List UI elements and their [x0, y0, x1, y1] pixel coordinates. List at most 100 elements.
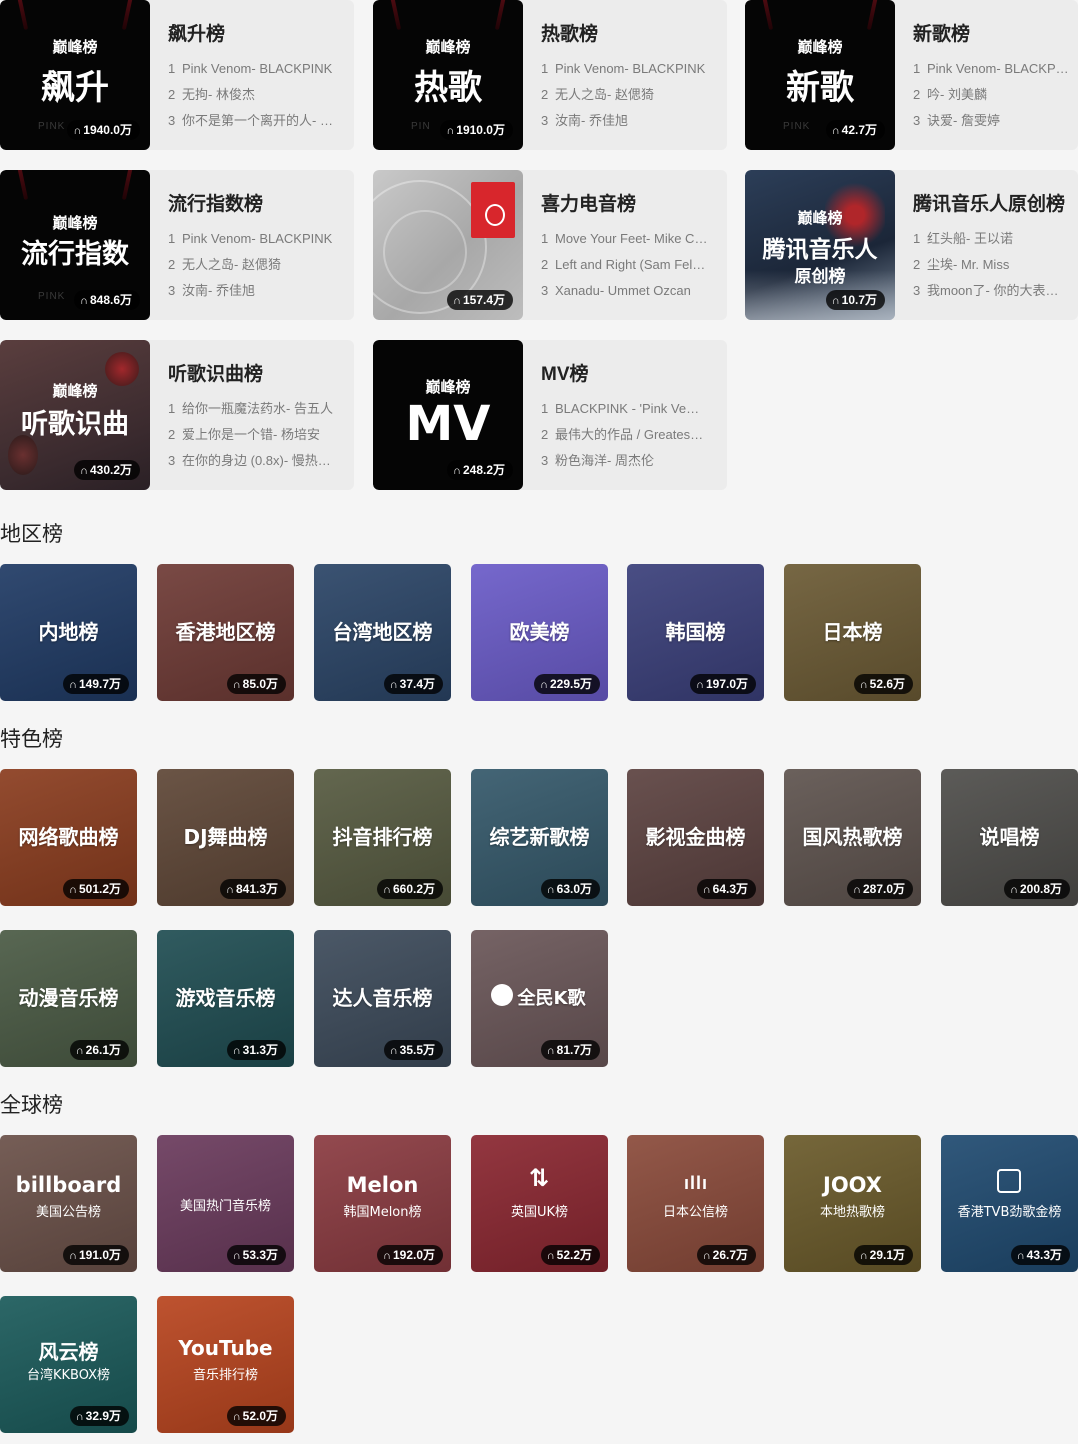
song-name: Pink Venom- BLACKPINK [555, 61, 706, 76]
song-item[interactable]: 3 汝南- 乔佳旭 [168, 278, 338, 304]
chart-tile[interactable]: 日本榜 ∩ 52.6万 [784, 564, 921, 701]
chart-tile[interactable]: 影视金曲榜 ∩ 64.3万 [627, 769, 764, 906]
chart-cover[interactable]: 巅峰榜 听歌识曲 ∩ 430.2万 [0, 340, 150, 490]
top-chart-card[interactable]: 巅峰榜 流行指数 PINK ∩ 848.6万 流行指数榜 1 Pink Venom- BLAC… [0, 170, 354, 320]
chart-tile[interactable]: Melon 韩国Melon榜 ∩ 192.0万 [314, 1135, 451, 1272]
chart-tile[interactable]: 动漫音乐榜 ∩ 26.1万 [0, 930, 137, 1067]
chart-tile[interactable]: DJ舞曲榜 ∩ 841.3万 [157, 769, 294, 906]
brand-logo: billboard [15, 1173, 122, 1197]
chart-tile[interactable]: 抖音排行榜 ∩ 660.2万 [314, 769, 451, 906]
song-item[interactable]: 3 在你的身边 (0.8x)- 慢热… [168, 448, 338, 474]
song-item[interactable]: 1 Pink Venom- BLACKPINK [168, 56, 338, 82]
headphones-icon: ∩ [859, 1250, 868, 1262]
top-chart-card[interactable]: 巅峰榜 腾讯音乐人 原创榜 ∩ 10.7万 腾讯音乐人原创榜 1 红头船- 王以诺 2 尘埃- M… [745, 170, 1078, 320]
play-count: 197.0万 [705, 677, 748, 691]
play-count: 26.7万 [712, 1248, 748, 1262]
song-item[interactable]: 3 Xanadu- Ummet Ozcan [541, 278, 711, 304]
song-item[interactable]: 2 无拘- 林俊杰 [168, 82, 338, 108]
top-chart-card[interactable]: 巅峰榜 MV ∩ 248.2万 MV榜 1 BLACKPINK - 'Pink Ve… 2 最伟… [373, 340, 727, 490]
song-item[interactable]: 2 爱上你是一个错- 杨培安 [168, 422, 338, 448]
play-count: 52.6万 [869, 677, 905, 691]
song-item[interactable]: 1 Pink Venom- BLACKPINK [913, 56, 1071, 82]
song-item[interactable]: 2 尘埃- Mr. Miss [913, 252, 1071, 278]
song-item[interactable]: 3 诀爱- 詹雯婷 [913, 108, 1071, 134]
song-item[interactable]: 2 最伟大的作品 / Greates… [541, 422, 711, 448]
chart-title[interactable]: 腾讯音乐人原创榜 [913, 192, 1072, 218]
chart-tile[interactable]: 台湾地区榜 ∩ 37.4万 [314, 564, 451, 701]
chart-cover[interactable]: 巅峰榜 腾讯音乐人 原创榜 ∩ 10.7万 [745, 170, 895, 320]
song-item[interactable]: 2 无人之岛- 赵偲猗 [541, 82, 711, 108]
chart-cover[interactable]: 巅峰榜 MV ∩ 248.2万 [373, 340, 523, 490]
song-item[interactable]: 2 无人之岛- 赵偲猗 [168, 252, 338, 278]
play-count: 31.3万 [242, 1043, 278, 1057]
play-count: 81.7万 [556, 1043, 592, 1057]
chart-title[interactable]: MV榜 [541, 362, 721, 388]
cover-horn-art [494, 0, 508, 30]
play-count: 10.7万 [841, 293, 877, 307]
top-chart-card[interactable]: 巅峰榜 新歌 PINK ∩ 42.7万 新歌榜 1 Pink Venom- BLACKPINK… [745, 0, 1078, 150]
chart-tile[interactable]: 美国热门音乐榜 ∩ 53.3万 [157, 1135, 294, 1272]
top-chart-card[interactable]: ∩ 157.4万 喜力电音榜 1 Move Your Feet- Mike C… 2 Lef… [373, 170, 727, 320]
play-count: 660.2万 [392, 882, 435, 896]
song-item[interactable]: 2 Left and Right (Sam Fel… [541, 252, 711, 278]
chart-tile[interactable]: JOOX 本地热歌榜 ∩ 29.1万 [784, 1135, 921, 1272]
chart-tile[interactable]: 风云榜 台湾KKBOX榜 ∩ 32.9万 [0, 1296, 137, 1433]
tile-label: 音乐排行榜 [192, 1368, 258, 1383]
chart-tile[interactable]: billboard 美国公告榜 ∩ 191.0万 [0, 1135, 137, 1272]
chart-title[interactable]: 听歌识曲榜 [168, 362, 348, 388]
chart-tile[interactable]: 综艺新歌榜 ∩ 63.0万 [471, 769, 608, 906]
play-count: 63.0万 [556, 882, 592, 896]
brand-logo: 风云榜 [38, 1340, 99, 1364]
chart-cover[interactable]: 巅峰榜 飙升 PINK ∩ 1940.0万 [0, 0, 150, 150]
headphones-icon: ∩ [232, 1250, 241, 1262]
chart-tile[interactable]: 香港地区榜 ∩ 85.0万 [157, 564, 294, 701]
play-count-badge: ∩ 157.4万 [447, 290, 513, 310]
chart-cover[interactable]: 巅峰榜 流行指数 PINK ∩ 848.6万 [0, 170, 150, 320]
headphones-icon: ∩ [853, 884, 861, 896]
top-chart-card[interactable]: 巅峰榜 飙升 PINK ∩ 1940.0万 飙升榜 1 Pink Venom- BLACKPI… [0, 0, 354, 150]
chart-title[interactable]: 新歌榜 [913, 22, 1072, 48]
chart-tile[interactable]: 游戏音乐榜 ∩ 31.3万 [157, 930, 294, 1067]
headphones-icon: ∩ [232, 1411, 241, 1423]
song-item[interactable]: 1 给你一瓶魔法药水- 告五人 [168, 396, 338, 422]
chart-cover[interactable]: 巅峰榜 新歌 PINK ∩ 42.7万 [745, 0, 895, 150]
chart-title[interactable]: 飙升榜 [168, 22, 348, 48]
chart-tile[interactable]: 欧美榜 ∩ 229.5万 [471, 564, 608, 701]
song-item[interactable]: 1 红头船- 王以诺 [913, 226, 1071, 252]
chart-title[interactable]: 流行指数榜 [168, 192, 348, 218]
top-chart-card[interactable]: 巅峰榜 热歌 PIN ∩ 1910.0万 热歌榜 1 Pink Venom- BLACKPIN… [373, 0, 727, 150]
chart-tile[interactable]: 内地榜 ∩ 149.7万 [0, 564, 137, 701]
chart-title[interactable]: 热歌榜 [541, 22, 721, 48]
song-item[interactable]: 1 Pink Venom- BLACKPINK [541, 56, 711, 82]
chart-info: 飙升榜 1 Pink Venom- BLACKPINK 2 无拘- 林俊杰 3 你不是第一个… [168, 22, 348, 134]
song-item[interactable]: 3 你不是第一个离开的人- … [168, 108, 338, 134]
chart-tile[interactable]: 网络歌曲榜 ∩ 501.2万 [0, 769, 137, 906]
song-item[interactable]: 3 粉色海洋- 周杰伦 [541, 448, 711, 474]
chart-tile[interactable]: ıllı 日本公信榜 ∩ 26.7万 [627, 1135, 764, 1272]
song-item[interactable]: 1 BLACKPINK - 'Pink Ve… [541, 396, 711, 422]
chart-tile[interactable]: 全民K歌 ∩ 81.7万 [471, 930, 608, 1067]
song-item[interactable]: 1 Pink Venom- BLACKPINK [168, 226, 338, 252]
cover-title: 听歌识曲 [21, 409, 129, 440]
top-chart-card[interactable]: 巅峰榜 听歌识曲 ∩ 430.2万 听歌识曲榜 1 给你一瓶魔法药水- 告五人 2 爱上你是一个… [0, 340, 354, 490]
song-item[interactable]: 3 我moon了- 你的大表哥… [913, 278, 1071, 304]
song-item[interactable]: 2 吟- 刘美麟 [913, 82, 1071, 108]
play-count: 52.0万 [242, 1409, 278, 1423]
chart-tile[interactable]: 韩国榜 ∩ 197.0万 [627, 564, 764, 701]
chart-tile[interactable]: 说唱榜 ∩ 200.8万 [941, 769, 1078, 906]
chart-title[interactable]: 喜力电音榜 [541, 192, 721, 218]
headphones-icon: ∩ [389, 1045, 398, 1057]
chart-tile[interactable]: ⇅ 英国UK榜 ∩ 52.2万 [471, 1135, 608, 1272]
chart-cover[interactable]: ∩ 157.4万 [373, 170, 523, 320]
song-item[interactable]: 1 Move Your Feet- Mike C… [541, 226, 711, 252]
chart-tile[interactable]: 达人音乐榜 ∩ 35.5万 [314, 930, 451, 1067]
song-rank: 1 [168, 231, 176, 246]
play-count: 1910.0万 [456, 123, 505, 137]
chart-tile[interactable]: 香港TVB劲歌金榜 ∩ 43.3万 [941, 1135, 1078, 1272]
chart-cover[interactable]: 巅峰榜 热歌 PIN ∩ 1910.0万 [373, 0, 523, 150]
tile-label: 日本公信榜 [662, 1205, 728, 1220]
chart-tile[interactable]: YouTube 音乐排行榜 ∩ 52.0万 [157, 1296, 294, 1433]
tile-label: 台湾KKBOX榜 [26, 1368, 111, 1383]
song-item[interactable]: 3 汝南- 乔佳旭 [541, 108, 711, 134]
chart-tile[interactable]: 国风热歌榜 ∩ 287.0万 [784, 769, 921, 906]
